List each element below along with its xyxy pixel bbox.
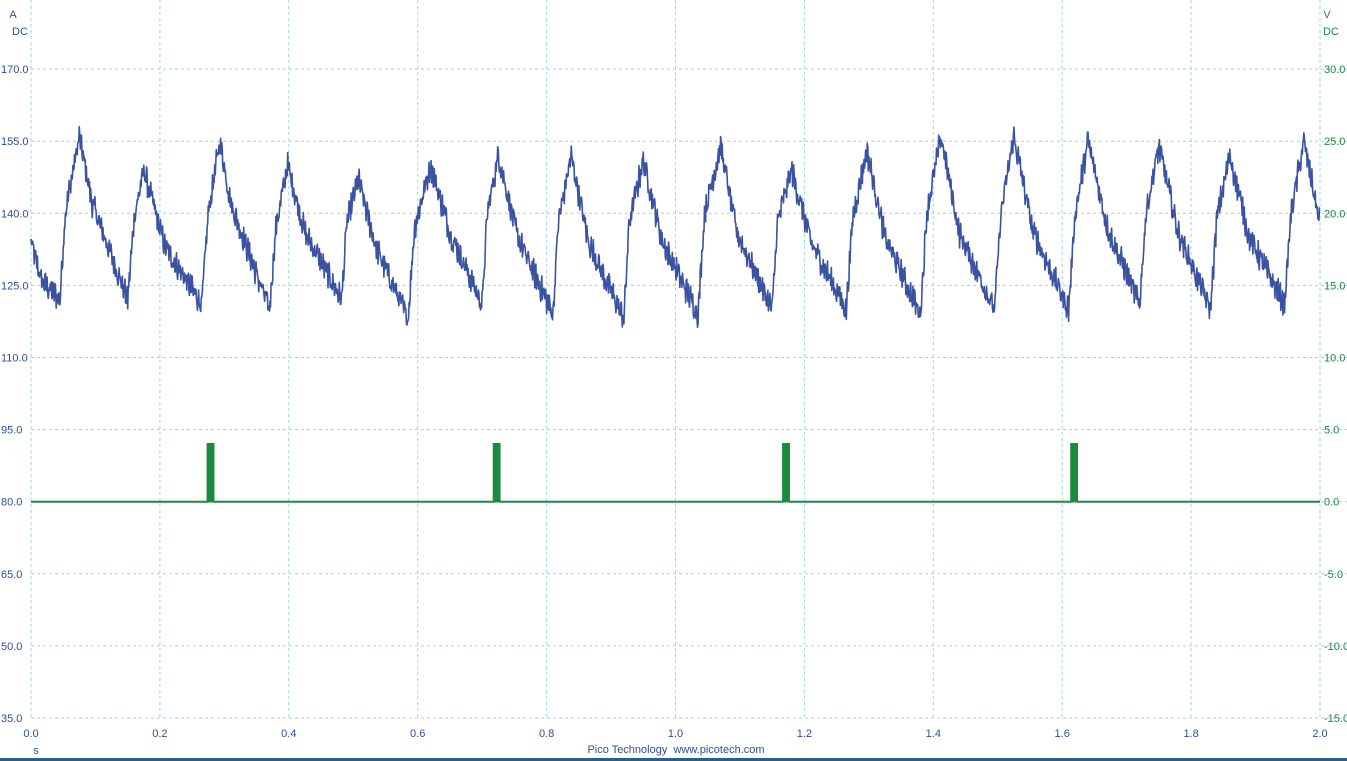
- x-tick-label: 0.6: [410, 728, 425, 740]
- right-tick-label: 20.0: [1324, 208, 1345, 220]
- x-tick-label: 1.8: [1183, 728, 1198, 740]
- x-tick-label: 0.2: [152, 728, 167, 740]
- left-tick-label: 110.0: [1, 353, 28, 365]
- left-tick-label: 80.0: [1, 497, 22, 509]
- right-tick-label: -10.0: [1324, 641, 1347, 653]
- x-axis-ticks: 0.0 0.2 0.4 0.6 0.8 1.0 1.2 1.4 1.6 1.8 2.0: [23, 728, 1327, 740]
- grid: [30, 0, 1347, 719]
- right-tick-label: 10.0: [1324, 353, 1345, 365]
- left-tick-label: 50.0: [1, 641, 22, 653]
- right-tick-label: 15.0: [1324, 280, 1345, 292]
- x-tick-label: 1.0: [668, 728, 683, 740]
- left-axis-coupling: DC: [12, 26, 28, 38]
- left-tick-label: 95.0: [1, 425, 22, 437]
- left-tick-label: 35.0: [1, 713, 22, 725]
- left-axis-unit: A: [9, 9, 17, 21]
- left-tick-label: 140.0: [1, 208, 29, 220]
- right-tick-label: -15.0: [1324, 713, 1347, 725]
- x-tick-label: 0.0: [23, 728, 38, 740]
- x-tick-label: 1.2: [797, 728, 812, 740]
- left-axis-ticks: 35.0 50.0 65.0 80.0 95.0 110.0 125.0 140.0 155.0…: [1, 64, 29, 725]
- x-tick-label: 1.6: [1055, 728, 1070, 740]
- right-axis-coupling: DC: [1323, 26, 1339, 38]
- right-tick-label: 25.0: [1324, 136, 1345, 148]
- x-tick-label: 0.4: [281, 728, 296, 740]
- right-tick-label: -5.0: [1324, 569, 1343, 581]
- left-tick-label: 170.0: [1, 64, 29, 76]
- left-tick-label: 125.0: [1, 280, 29, 292]
- x-axis-unit: s: [33, 745, 39, 757]
- right-tick-label: 0.0: [1324, 497, 1339, 509]
- right-tick-label: 5.0: [1324, 425, 1339, 437]
- right-axis-unit: V: [1323, 9, 1331, 21]
- x-tick-label: 1.4: [926, 728, 941, 740]
- right-axis-ticks: -15.0 -10.0 -5.0 0.0 5.0 10.0 15.0 20.0 25.0 30.0: [1324, 64, 1347, 725]
- x-tick-label: 2.0: [1312, 728, 1327, 740]
- footer-credit: Pico Technology www.picotech.com: [587, 744, 764, 756]
- right-tick-label: 30.0: [1324, 64, 1345, 76]
- oscilloscope-chart: 35.0 50.0 65.0 80.0 95.0 110.0 125.0 140.0 155.0…: [1, 0, 1347, 757]
- x-tick-label: 0.8: [539, 728, 554, 740]
- left-tick-label: 155.0: [1, 136, 29, 148]
- left-tick-label: 65.0: [1, 569, 22, 581]
